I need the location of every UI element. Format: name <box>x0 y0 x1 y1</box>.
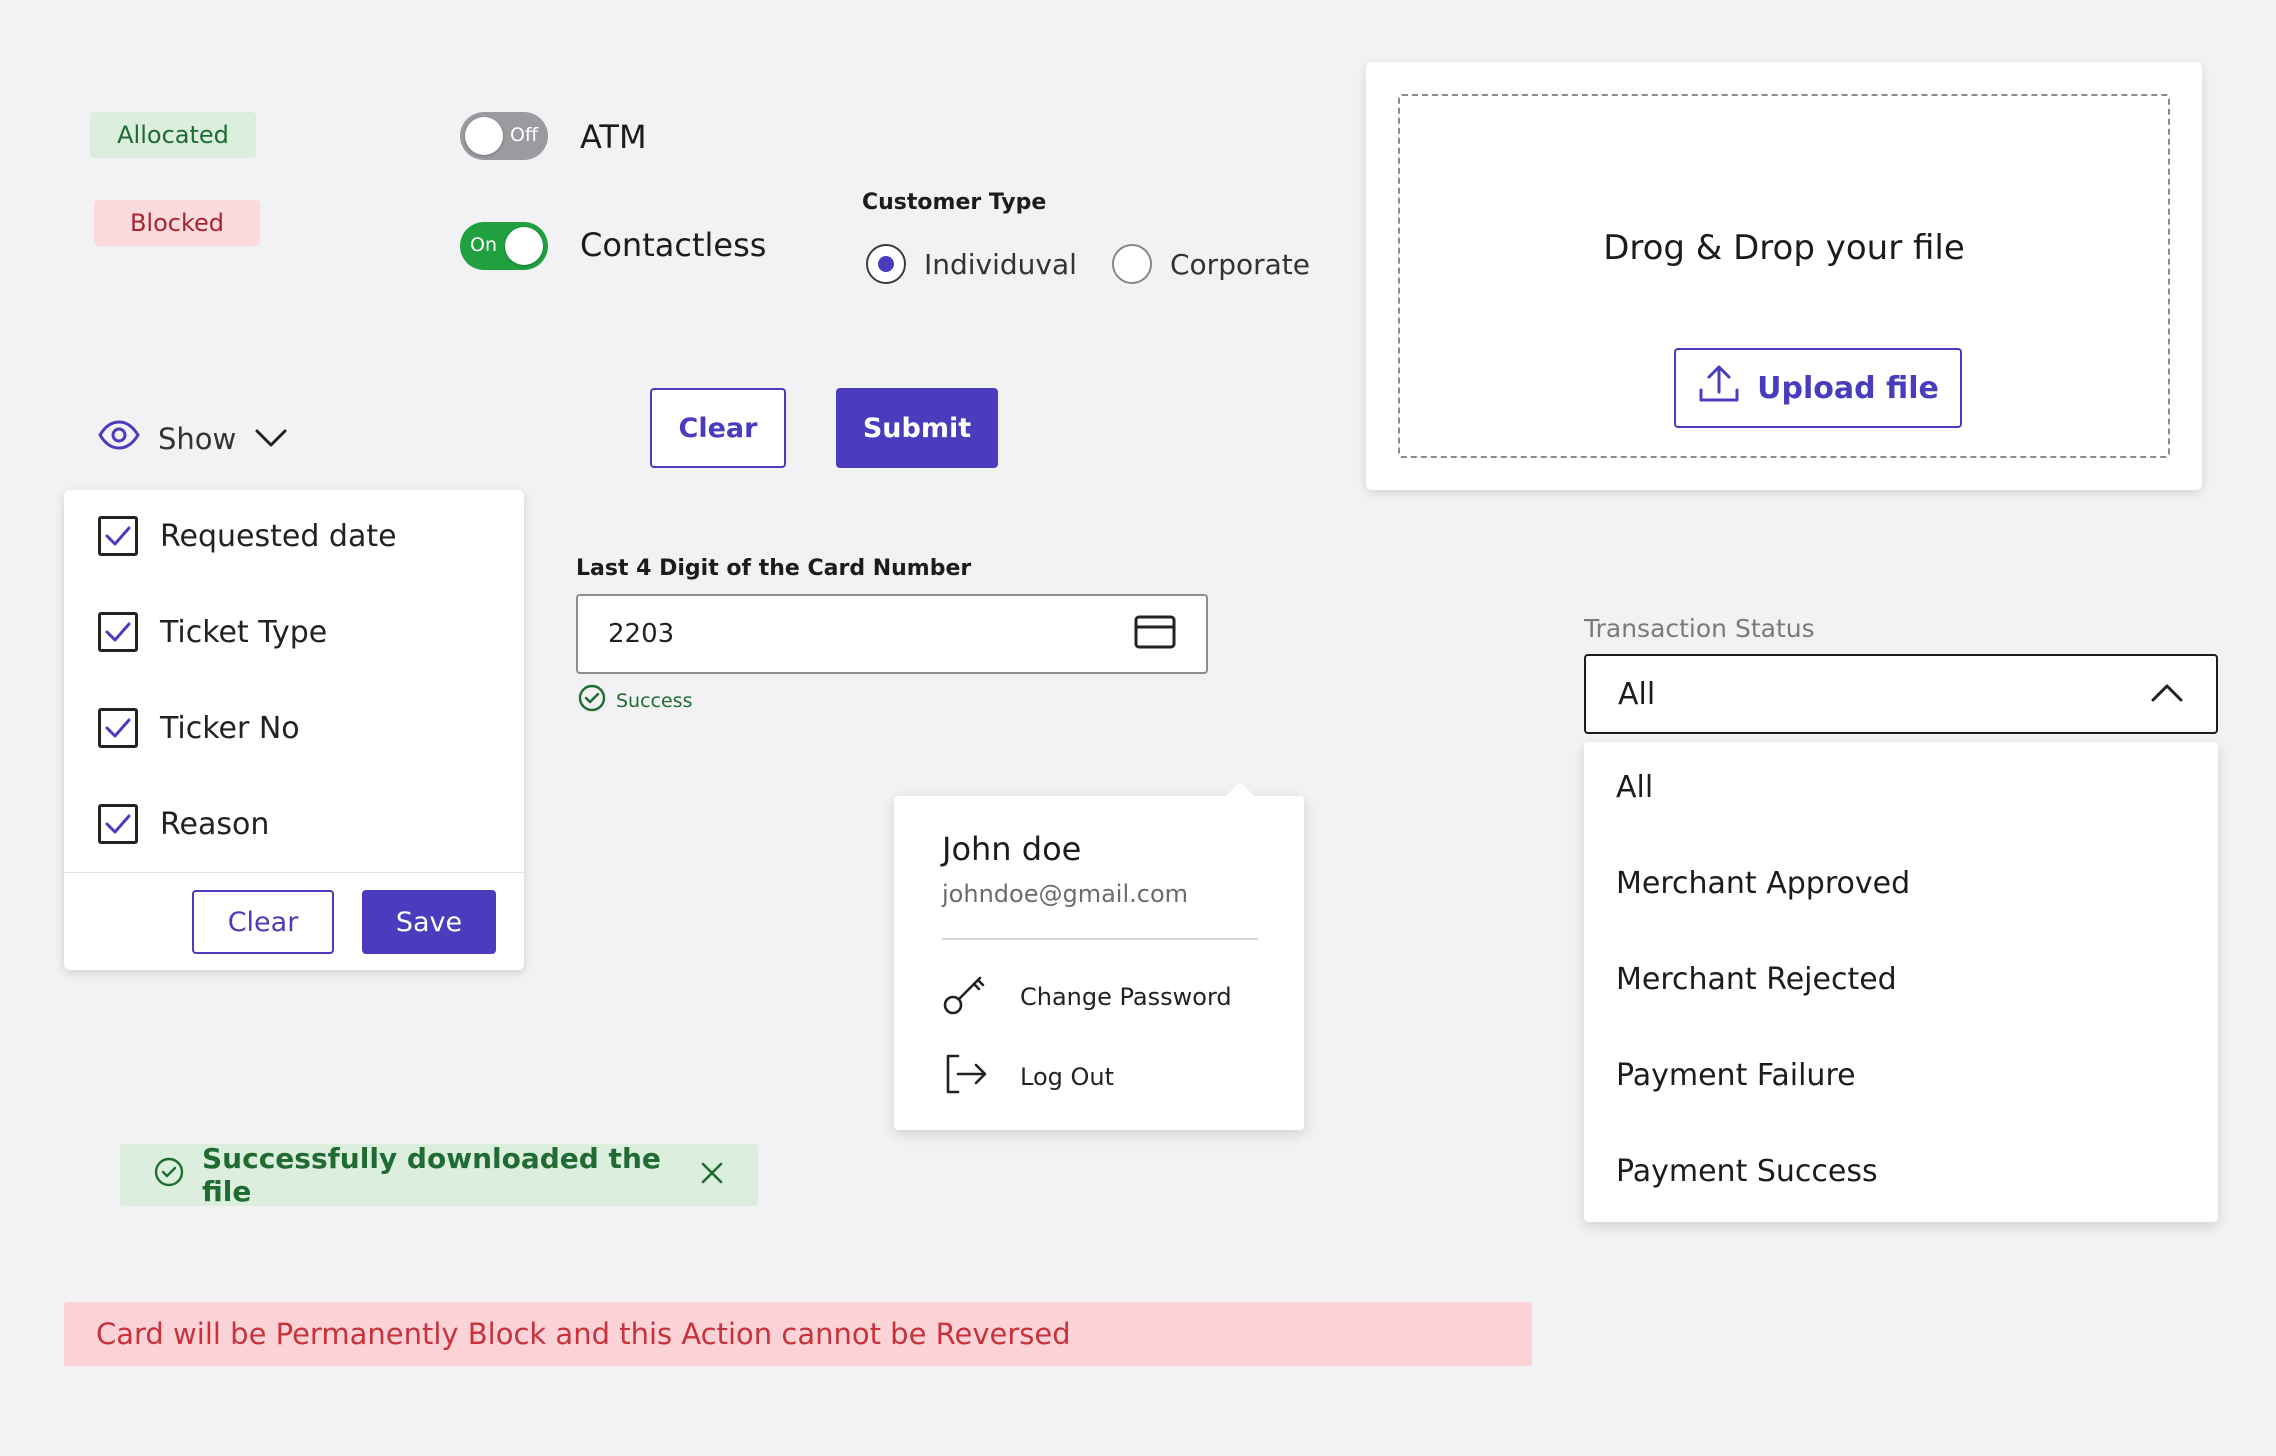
column-menu-panel: Requested date Ticket Type Ticker No Rea… <box>64 490 524 970</box>
column-option-label: Requested date <box>160 518 397 554</box>
success-toast: Successfully downloaded the file <box>120 1142 758 1208</box>
chevron-down-icon <box>254 422 288 456</box>
key-icon <box>942 972 990 1022</box>
error-message: Card will be Permanently Block and this … <box>96 1317 1071 1351</box>
menu-save-button[interactable]: Save <box>362 890 496 954</box>
column-option-requested-date[interactable]: Requested date <box>98 516 397 556</box>
profile-popover: John doe johndoe@gmail.com Change Passwo… <box>894 782 1304 1130</box>
column-option-label: Reason <box>160 806 270 842</box>
toggle-state-label: On <box>470 234 497 256</box>
menu-clear-button[interactable]: Clear <box>192 890 334 954</box>
show-columns-dropdown[interactable]: Show <box>98 420 288 457</box>
error-banner: Card will be Permanently Block and this … <box>64 1302 1532 1366</box>
customer-type-title: Customer Type <box>862 190 1047 215</box>
column-option-ticket-type[interactable]: Ticket Type <box>98 612 327 652</box>
submit-button[interactable]: Submit <box>836 388 998 468</box>
atm-toggle-label: ATM <box>580 118 647 156</box>
show-label: Show <box>158 421 237 456</box>
select-option[interactable]: Payment Success <box>1616 1154 1878 1189</box>
success-check-icon <box>578 684 606 717</box>
checkbox[interactable] <box>98 804 138 844</box>
upload-icon <box>1697 362 1741 414</box>
card-number-input[interactable] <box>608 619 1134 649</box>
contactless-toggle[interactable]: On <box>460 222 548 270</box>
select-option[interactable]: Merchant Approved <box>1616 866 1910 901</box>
checkbox[interactable] <box>98 708 138 748</box>
helper-text: Success <box>616 689 693 712</box>
profile-email: johndoe@gmail.com <box>942 880 1188 908</box>
column-option-label: Ticket Type <box>160 614 328 650</box>
drop-zone[interactable]: Drog & Drop your file Upload file <box>1398 94 2170 458</box>
checkbox[interactable] <box>98 516 138 556</box>
selected-value: All <box>1618 676 1656 712</box>
file-upload-card: Drog & Drop your file Upload file <box>1366 62 2202 490</box>
profile-divider <box>942 938 1258 940</box>
popover-caret <box>1224 782 1256 798</box>
credit-card-icon <box>1134 615 1176 653</box>
radio-corporate[interactable]: Corporate <box>1112 244 1310 284</box>
checkbox[interactable] <box>98 612 138 652</box>
menu-divider <box>64 872 524 873</box>
atm-toggle[interactable]: Off <box>460 112 548 160</box>
radio-label: Individuval <box>924 247 1077 281</box>
log-out-item[interactable]: Log Out <box>942 1052 1114 1102</box>
toggle-state-label: Off <box>509 124 538 146</box>
toast-message: Successfully downloaded the file <box>202 1142 661 1208</box>
upload-file-button[interactable]: Upload file <box>1674 348 1962 428</box>
drop-zone-title: Drog & Drop your file <box>1603 228 1965 268</box>
toggle-knob <box>465 117 503 155</box>
radio-button[interactable] <box>1112 244 1152 284</box>
success-check-icon <box>154 1157 184 1194</box>
toggle-knob <box>505 227 543 265</box>
upload-file-label: Upload file <box>1757 370 1939 406</box>
column-option-reason[interactable]: Reason <box>98 804 269 844</box>
chevron-up-icon <box>2150 677 2184 712</box>
card-number-field[interactable] <box>576 594 1208 674</box>
contactless-toggle-label: Contactless <box>580 226 767 264</box>
allocated-badge: Allocated <box>90 112 256 158</box>
column-option-ticker-no[interactable]: Ticker No <box>98 708 300 748</box>
blocked-badge: Blocked <box>94 200 260 246</box>
radio-individual[interactable]: Individuval <box>866 244 1077 284</box>
select-option[interactable]: Merchant Rejected <box>1616 962 1897 997</box>
clear-button[interactable]: Clear <box>650 388 786 468</box>
eye-icon <box>98 420 140 457</box>
close-icon[interactable] <box>700 1159 724 1192</box>
change-password-item[interactable]: Change Password <box>942 972 1232 1022</box>
column-option-label: Ticker No <box>160 710 300 746</box>
profile-name: John doe <box>942 830 1082 868</box>
change-password-label: Change Password <box>1020 983 1232 1011</box>
transaction-status-label: Transaction Status <box>1584 614 1815 643</box>
select-option[interactable]: Payment Failure <box>1616 1058 1856 1093</box>
select-option[interactable]: All <box>1616 770 1653 805</box>
transaction-status-options: All Merchant Approved Merchant Rejected … <box>1584 742 2218 1222</box>
radio-button[interactable] <box>866 244 906 284</box>
log-out-icon <box>942 1052 990 1102</box>
radio-label: Corporate <box>1170 247 1310 281</box>
log-out-label: Log Out <box>1020 1063 1115 1091</box>
card-number-helper: Success <box>578 684 692 717</box>
transaction-status-select[interactable]: All <box>1584 654 2218 734</box>
card-number-label: Last 4 Digit of the Card Number <box>576 556 972 581</box>
